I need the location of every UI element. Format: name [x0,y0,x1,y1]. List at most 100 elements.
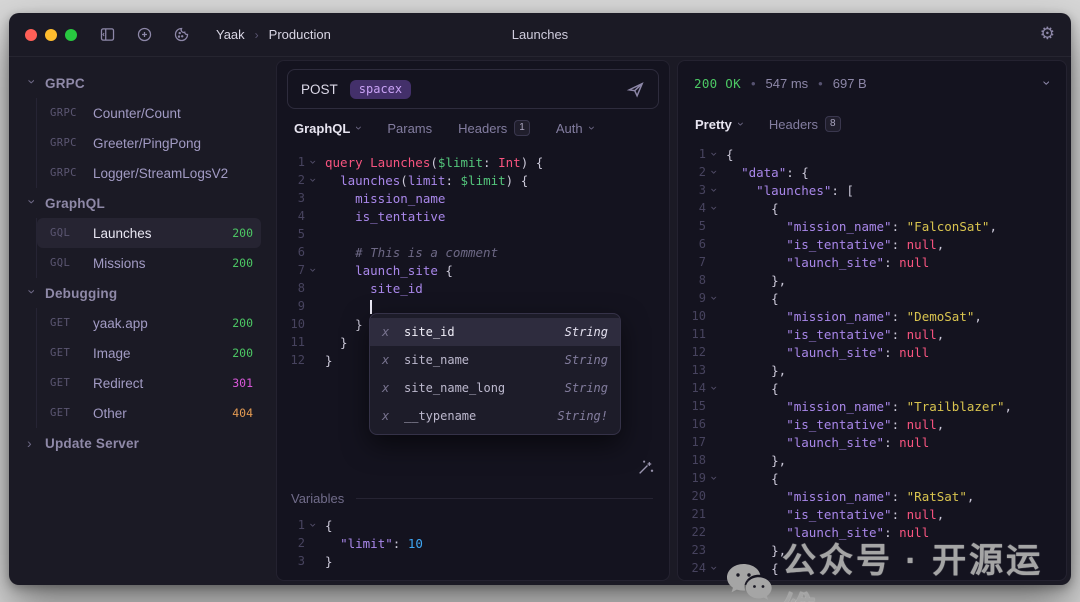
request-name: Image [93,346,223,361]
code-text: { [722,201,779,216]
response-tabs: Pretty› Headers8 [678,105,1066,143]
tab-params[interactable]: Params [387,121,432,136]
code-text: launch_site { [321,263,453,278]
sidebar-folder[interactable]: › GRPC [19,68,261,98]
text-cursor [370,300,372,314]
code-text: "is_tentative": null, [722,327,944,342]
code-line: 6 "is_tentative": null, [684,235,1066,253]
format-wand-icon[interactable] [637,458,655,479]
close-window-button[interactable] [25,29,37,41]
sidebar-item[interactable]: GETOther404 [37,398,261,428]
workspace-name[interactable]: Yaak [216,27,245,42]
settings-gear-icon[interactable]: ⚙ [1040,26,1055,43]
fold-toggle-icon[interactable]: › [707,146,721,162]
cookie-jar-icon[interactable] [173,26,190,43]
titlebar: Yaak › Production Launches ⚙ [9,13,1071,57]
fold-toggle-icon[interactable]: › [306,154,320,170]
request-name: Greeter/PingPong [93,136,253,151]
code-text: is_tentative [321,209,445,224]
response-body-viewer[interactable]: 1›{2› "data": {3› "launches": [4› {5 "mi… [678,143,1066,580]
request-name: Other [93,406,223,421]
folder-items: GETyaak.app200GETImage200GETRedirect301G… [36,308,261,428]
fold-toggle-icon[interactable]: › [707,560,721,576]
fold-toggle-icon[interactable]: › [306,262,320,278]
autocomplete-item[interactable]: xsite_name_longString [370,374,620,402]
code-text: "launch_site": null [722,345,929,360]
code-text: "mission_name": "DemoSat", [722,309,982,324]
minimize-window-button[interactable] [45,29,57,41]
separator-dot: • [818,76,823,91]
line-number: 22 [684,525,706,539]
code-line: 2› "data": { [684,163,1066,181]
sidebar-item[interactable]: GRPCGreeter/PingPong [37,128,261,158]
line-number: 8 [684,273,706,287]
fold-toggle-icon[interactable]: › [306,517,320,533]
line-number: 12 [283,353,305,367]
folder-label: GRPC [45,76,85,91]
variables-editor[interactable]: 1›{2 "limit": 103} [277,510,669,580]
tab-label: GraphQL [294,121,350,136]
sidebar-toggle-icon[interactable] [99,26,116,43]
tab-auth[interactable]: Auth› [556,121,594,136]
url-bar[interactable]: POST spacex [287,69,659,109]
sidebar-item[interactable]: GQLMissions200 [37,248,261,278]
line-number: 4 [283,209,305,223]
chevron-down-icon: › [1040,81,1056,86]
line-number: 21 [684,507,706,521]
sidebar-item[interactable]: GQLLaunches200 [37,218,261,248]
folder-label: Debugging [45,286,117,301]
fold-toggle-icon[interactable]: › [707,164,721,180]
breadcrumb[interactable]: Yaak › Production [216,27,331,42]
autocomplete-item[interactable]: xsite_idString [370,318,620,346]
sidebar-item[interactable]: GRPCLogger/StreamLogsV2 [37,158,261,188]
request-method: GET [50,347,84,359]
sidebar-folder[interactable]: ›Update Server [19,428,261,458]
tab-graphql[interactable]: GraphQL› [294,121,361,136]
tab-label: Headers [458,121,507,136]
fold-toggle-icon[interactable]: › [707,200,721,216]
autocomplete-item[interactable]: xsite_nameString [370,346,620,374]
send-request-button[interactable] [626,80,645,99]
code-line: 21 "is_tentative": null, [684,505,1066,523]
code-text: "is_tentative": null, [722,237,944,252]
folder-items: GRPCCounter/CountGRPCGreeter/PingPongGRP… [36,98,261,188]
line-number: 11 [283,335,305,349]
line-number: 7 [283,263,305,277]
tab-headers[interactable]: Headers8 [769,116,841,132]
line-number: 4 [684,201,706,215]
sidebar-item[interactable]: GETyaak.app200 [37,308,261,338]
zoom-window-button[interactable] [65,29,77,41]
fold-toggle-icon[interactable]: › [707,470,721,486]
chevron-icon: › [24,79,40,89]
request-name: yaak.app [93,316,223,331]
sidebar-folder[interactable]: ›Debugging [19,278,261,308]
autocomplete-item[interactable]: x__typenameString! [370,402,620,430]
sidebar-folder[interactable]: ›GraphQL [19,188,261,218]
code-line: 9› { [684,289,1066,307]
environment-name[interactable]: Production [269,27,331,42]
line-number: 8 [283,281,305,295]
sidebar-item[interactable]: GRPCCounter/Count [37,98,261,128]
code-text: "mission_name": "FalconSat", [722,219,997,234]
line-number: 23 [684,543,706,557]
graphql-query-editor[interactable]: xsite_idStringxsite_nameStringxsite_name… [277,147,669,456]
chevron-icon: › [27,435,37,451]
sidebar-item[interactable]: GETImage200 [37,338,261,368]
tab-label: Params [387,121,432,136]
line-number: 9 [684,291,706,305]
tab-headers[interactable]: Headers1 [458,120,530,136]
code-text: "is_tentative": null, [722,417,944,432]
fold-toggle-icon[interactable]: › [707,380,721,396]
response-menu-button[interactable]: › [1045,75,1050,91]
code-line: 3 mission_name [283,189,669,207]
tab-pretty[interactable]: Pretty› [695,117,743,132]
code-text: }, [722,453,786,468]
variable-x-icon: x [382,381,394,395]
new-request-icon[interactable] [136,26,153,43]
fold-toggle-icon[interactable]: › [306,172,320,188]
line-number: 3 [283,191,305,205]
sidebar-item[interactable]: GETRedirect301 [37,368,261,398]
fold-toggle-icon[interactable]: › [707,182,721,198]
code-line: 7 "launch_site": null [684,253,1066,271]
fold-toggle-icon[interactable]: › [707,290,721,306]
